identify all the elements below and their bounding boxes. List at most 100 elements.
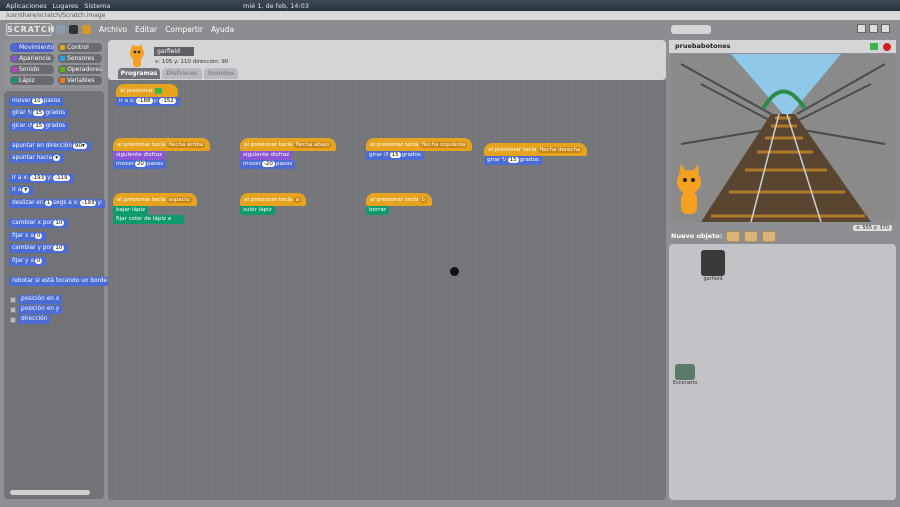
palette-set-y-block[interactable]: fijar y a0: [9, 257, 47, 266]
block-input[interactable]: 90▾: [73, 143, 87, 149]
pen-up-block[interactable]: subir lápiz: [240, 206, 275, 215]
key-dropdown[interactable]: espacio: [166, 197, 192, 203]
menu-archivo[interactable]: Archivo: [99, 25, 127, 34]
checkbox-ypos[interactable]: [10, 307, 16, 313]
choose-sprite-button[interactable]: [744, 230, 759, 242]
palette-change-x-block[interactable]: cambiar x por 10: [9, 219, 69, 228]
menu-aplicaciones[interactable]: Aplicaciones: [6, 2, 47, 10]
key-left-hat[interactable]: al presionar tecla flecha izquierda: [366, 138, 473, 151]
block-input[interactable]: 0: [34, 258, 43, 264]
key-dropdown[interactable]: a: [293, 197, 301, 203]
menu-lugares[interactable]: Lugares: [53, 2, 79, 10]
stage-tile[interactable]: Escenario: [673, 364, 697, 386]
key-dropdown[interactable]: b: [419, 197, 428, 203]
palette-bounce-block[interactable]: rebotar si está tocando un borde: [9, 277, 111, 286]
palette-goto-block[interactable]: ir a ▾: [9, 186, 34, 195]
menu-compartir[interactable]: Compartir: [165, 25, 203, 34]
set-pen-color-block[interactable]: fijar color de lápiz a: [113, 215, 185, 224]
key-b-hat[interactable]: al presionar tecla b: [366, 193, 433, 206]
block-input[interactable]: 0: [34, 233, 43, 239]
block-input[interactable]: -193: [79, 200, 97, 206]
palette-move-block[interactable]: mover 10 pasos: [9, 97, 64, 106]
block-input[interactable]: -20: [261, 161, 275, 167]
palette-goto-xy-block[interactable]: ir a x: -193 y: -119: [9, 174, 74, 183]
block-input[interactable]: 15: [33, 123, 45, 129]
block-input[interactable]: 15: [389, 152, 401, 158]
sprite-name-field[interactable]: garfield: [154, 47, 194, 56]
scripts-area[interactable]: al presionar ir a x: -188 y: -152 al presio…: [108, 80, 666, 500]
block-input[interactable]: ▾: [53, 155, 60, 161]
next-costume-block[interactable]: siguiente disfraz: [240, 151, 293, 160]
clear-block[interactable]: borrar: [366, 206, 390, 215]
normal-stage-button[interactable]: [869, 24, 878, 33]
edit-tools[interactable]: [671, 25, 711, 34]
block-input[interactable]: -188: [136, 98, 153, 104]
reporter-xpos[interactable]: posición en x: [18, 295, 63, 304]
save-icon[interactable]: [69, 25, 78, 34]
category-control[interactable]: Control: [58, 43, 103, 52]
tab-disfraces[interactable]: Disfraces: [162, 68, 202, 79]
tab-sonidos[interactable]: Sonidos: [204, 68, 238, 79]
stage-canvas[interactable]: [671, 54, 895, 222]
stop-icon[interactable]: [883, 43, 891, 51]
share-icon[interactable]: [82, 25, 91, 34]
globe-icon[interactable]: [56, 25, 65, 34]
block-input[interactable]: 10: [53, 245, 65, 251]
key-dropdown[interactable]: flecha derecha: [537, 147, 583, 153]
palette-glide-block[interactable]: deslizar en 1 segs a x: -193 y:: [9, 199, 106, 208]
category-movimiento[interactable]: Movimiento: [10, 43, 55, 52]
tab-programas[interactable]: Programas: [118, 68, 160, 79]
turn-left-block[interactable]: girar ↺ 15 grados: [366, 151, 424, 160]
turn-right-block[interactable]: girar ↻ 15 grados: [484, 156, 542, 165]
menu-ayuda[interactable]: Ayuda: [211, 25, 234, 34]
clock[interactable]: mié 1, de feb, 14:03: [243, 2, 309, 10]
next-costume-block[interactable]: siguiente disfraz: [113, 151, 166, 160]
key-down-hat[interactable]: al presionar tecla flecha abajo: [240, 138, 337, 151]
key-space-hat[interactable]: al presionar tecla espacio: [113, 193, 197, 206]
palette-turn-left-block[interactable]: girar ↺ 15 grados: [9, 122, 69, 131]
block-input[interactable]: 1: [44, 200, 53, 206]
key-right-hat[interactable]: al presionar tecla flecha derecha: [484, 143, 588, 156]
pen-down-block[interactable]: bajar lápiz: [113, 206, 149, 215]
category-sensores[interactable]: Sensores: [58, 54, 103, 63]
small-stage-button[interactable]: [857, 24, 866, 33]
palette-turn-right-block[interactable]: girar ↻ 15 grados: [9, 109, 69, 118]
category-operadores[interactable]: Operadores: [58, 65, 103, 74]
paint-sprite-button[interactable]: [726, 230, 741, 242]
move-block[interactable]: mover -20 pasos: [240, 160, 296, 169]
key-a-hat[interactable]: al presionar tecla a: [240, 193, 306, 206]
key-up-hat[interactable]: al presionar tecla flecha arriba: [113, 138, 211, 151]
reporter-direction[interactable]: dirección: [18, 315, 51, 324]
key-dropdown[interactable]: flecha arriba: [166, 142, 206, 148]
checkbox-direction[interactable]: [10, 317, 16, 323]
reporter-ypos[interactable]: posición en y: [18, 305, 63, 314]
palette-point-direction-block[interactable]: apuntar en dirección 90▾: [9, 142, 91, 151]
random-sprite-button[interactable]: [762, 230, 777, 242]
category-apariencia[interactable]: Apariencia: [10, 54, 55, 63]
block-input[interactable]: 10: [53, 220, 65, 226]
category-sonido[interactable]: Sonido: [10, 65, 55, 74]
green-flag-icon[interactable]: [870, 43, 878, 50]
palette-point-towards-block[interactable]: apuntar hacia ▾: [9, 154, 64, 163]
palette-change-y-block[interactable]: cambiar y por 10: [9, 244, 69, 253]
move-block[interactable]: mover 20 pasos: [113, 160, 167, 169]
presentation-button[interactable]: [881, 24, 890, 33]
block-input[interactable]: ▾: [22, 187, 30, 193]
sprite-tile-garfield[interactable]: garfield: [701, 250, 725, 282]
category-lapiz[interactable]: Lápiz: [10, 76, 55, 85]
category-variables[interactable]: Variables: [58, 76, 103, 85]
menu-sistema[interactable]: Sistema: [84, 2, 110, 10]
goto-xy-block[interactable]: ir a x: -188 y: -152: [116, 97, 180, 106]
block-input[interactable]: 20: [134, 161, 146, 167]
block-input[interactable]: -193: [29, 175, 47, 181]
checkbox-xpos[interactable]: [10, 297, 16, 303]
palette-scrollbar[interactable]: [10, 490, 90, 495]
key-dropdown[interactable]: flecha abajo: [293, 142, 332, 148]
key-dropdown[interactable]: flecha izquierda: [419, 142, 468, 148]
block-input[interactable]: -119: [53, 175, 70, 181]
block-input[interactable]: 10: [31, 98, 43, 104]
block-input[interactable]: 15: [33, 110, 45, 116]
menu-editar[interactable]: Editar: [135, 25, 157, 34]
when-flag-clicked-hat[interactable]: al presionar: [116, 84, 178, 97]
palette-set-x-block[interactable]: fijar x a0: [9, 232, 47, 241]
